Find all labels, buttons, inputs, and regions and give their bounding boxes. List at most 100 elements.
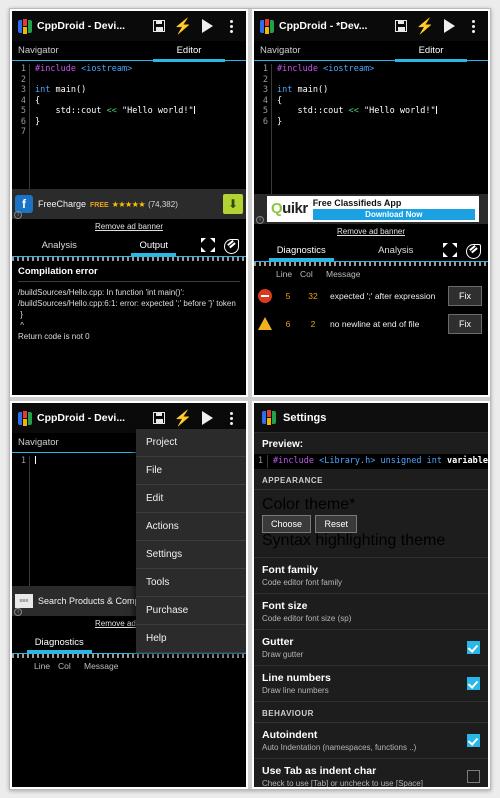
menu-item-actions[interactable]: Actions	[136, 513, 246, 541]
code-main: main()	[292, 85, 329, 95]
row-col: 2	[310, 318, 316, 329]
tab-editor[interactable]: Editor	[132, 41, 246, 62]
error-icon	[258, 288, 272, 303]
menu-item-project[interactable]: Project	[136, 429, 246, 457]
save-button[interactable]	[149, 406, 169, 430]
preview-preprocessor: #include	[273, 456, 314, 466]
code-string: "Hello world!"	[364, 106, 436, 116]
more-vert-icon	[229, 411, 233, 425]
lightning-icon: ⚡	[173, 17, 193, 35]
menu-item-purchase[interactable]: Purchase	[136, 597, 246, 625]
build-button[interactable]: ⚡	[415, 14, 435, 38]
reset-button[interactable]: Reset	[315, 515, 357, 533]
setting-title: Font family	[262, 564, 319, 576]
remove-ad-banner-link[interactable]: Remove ad banner	[12, 218, 246, 235]
setting-gutter[interactable]: Gutter Draw gutter	[254, 630, 488, 666]
setting-color-theme[interactable]: Color theme* Choose Reset Syntax highlig…	[254, 490, 488, 558]
tab-analysis-wrap[interactable]: Analysis	[12, 240, 107, 251]
use-tab-checkbox[interactable]	[467, 770, 480, 783]
setting-use-tab-indent[interactable]: Use Tab as indent char Check to use [Tab…	[254, 759, 488, 787]
overflow-menu-button[interactable]	[463, 14, 483, 38]
build-button[interactable]: ⚡	[173, 406, 193, 430]
play-icon	[443, 19, 455, 33]
fix-button[interactable]: Fix	[448, 313, 482, 334]
menu-item-file[interactable]: File	[136, 457, 246, 485]
fix-button[interactable]: Fix	[448, 285, 482, 306]
overflow-menu-button[interactable]	[221, 406, 241, 430]
table-row[interactable]: 5 32 expected ';' after expression Fix	[254, 282, 488, 310]
edit-pen-icon[interactable]	[223, 238, 239, 254]
menu-item-tools[interactable]: Tools	[136, 569, 246, 597]
menu-item-help[interactable]: Help	[136, 625, 246, 653]
tab-editor[interactable]: Editor	[374, 41, 488, 62]
autoindent-checkbox[interactable]	[467, 734, 480, 747]
menu-item-settings[interactable]: Settings	[136, 541, 246, 569]
ad-banner-quikr[interactable]: i Quikr Free Classifieds App Download No…	[254, 193, 488, 224]
bottom-tabs: Diagnostics Analysis	[254, 239, 488, 262]
setting-text: Use Tab as indent char Check to use [Tab…	[262, 765, 467, 787]
setting-font-family[interactable]: Font family Code editor font family	[254, 558, 488, 594]
quikr-logo-rest: uikr	[282, 200, 308, 217]
fullscreen-icon[interactable]	[201, 238, 215, 252]
warning-icon	[258, 317, 272, 330]
setting-title: Font size	[262, 600, 308, 612]
ad-banner-freecharge[interactable]: i f FreeCharge FREE ★★★★★ (74,382) ⬇	[12, 188, 246, 219]
panel-overflow-menu: CppDroid - Devi... ⚡ Navigator Edit 1 Pr…	[10, 401, 248, 789]
code-editor[interactable]: 123456 #include <iostream> int main() { …	[254, 61, 488, 194]
app-bar: CppDroid - *Dev... ⚡	[254, 11, 488, 41]
col-header-line: Line	[34, 660, 51, 671]
page-title: Settings	[283, 411, 327, 424]
top-tabs: Navigator Editor	[254, 41, 488, 62]
table-row[interactable]: 6 2 no newline at end of file Fix	[254, 310, 488, 338]
run-button[interactable]	[197, 406, 217, 430]
overflow-menu-button[interactable]	[221, 14, 241, 38]
tab-diagnostics-wrap[interactable]: Diagnostics	[254, 245, 349, 261]
panel-actions	[201, 238, 246, 254]
top-tabs: Navigator Editor	[12, 41, 246, 62]
tab-diagnostics-wrap[interactable]: Diagnostics	[12, 637, 107, 653]
tab-output-wrap[interactable]: Output	[107, 240, 202, 256]
text-caret	[193, 106, 195, 114]
setting-subtitle: Draw gutter	[262, 650, 304, 659]
fullscreen-icon[interactable]	[443, 243, 457, 257]
tab-analysis-wrap[interactable]: Analysis	[349, 245, 444, 256]
remove-ad-banner-link[interactable]: Remove ad banner	[254, 223, 488, 240]
theme-preview: 1 #include <Library.h> unsigned int vari…	[254, 454, 488, 469]
code-brace-close: }	[277, 116, 283, 127]
menu-item-edit[interactable]: Edit	[136, 485, 246, 513]
ad-info-icon: i	[256, 215, 264, 224]
tab-navigator[interactable]: Navigator	[12, 41, 132, 60]
tab-navigator[interactable]: Navigator	[254, 41, 374, 60]
code-type: int	[35, 85, 51, 95]
line-number-gutter: 1	[12, 456, 30, 586]
run-button[interactable]	[439, 14, 459, 38]
tab-navigator[interactable]: Navigator	[12, 433, 132, 452]
run-button[interactable]	[197, 14, 217, 38]
setting-text: Line numbers Draw line numbers	[262, 672, 467, 695]
setting-font-size[interactable]: Font size Code editor font size (sp)	[254, 594, 488, 630]
save-button[interactable]	[391, 14, 411, 38]
gutter-checkbox[interactable]	[467, 641, 480, 654]
freecharge-icon: f	[15, 194, 33, 213]
panel-actions	[443, 243, 488, 259]
section-header-appearance: APPEARANCE	[254, 469, 488, 490]
code-string: "Hello world!"	[122, 106, 194, 116]
save-button[interactable]	[149, 14, 169, 38]
preview-code: #include <Library.h> unsigned int variab…	[268, 455, 488, 468]
choose-button[interactable]: Choose	[262, 515, 312, 533]
col-header-message: Message	[326, 268, 361, 279]
save-icon	[395, 20, 407, 32]
code-editor[interactable]: 1234567 #include <iostream> int main() {…	[12, 61, 246, 189]
more-vert-icon	[471, 19, 475, 33]
line-numbers-checkbox[interactable]	[467, 677, 480, 690]
setting-line-numbers[interactable]: Line numbers Draw line numbers	[254, 666, 488, 702]
tab-output: Output	[131, 240, 176, 256]
row-line: 6	[285, 318, 291, 329]
ad-download-button[interactable]: ⬇	[223, 193, 243, 214]
line-number-gutter: 123456	[254, 64, 272, 194]
edit-pen-icon[interactable]	[465, 243, 481, 259]
setting-autoindent[interactable]: Autoindent Auto Indentation (namespaces,…	[254, 723, 488, 759]
build-button[interactable]: ⚡	[173, 14, 193, 38]
quikr-download-button[interactable]: Download Now	[312, 208, 475, 220]
quikr-logo-q: Q	[271, 200, 283, 217]
